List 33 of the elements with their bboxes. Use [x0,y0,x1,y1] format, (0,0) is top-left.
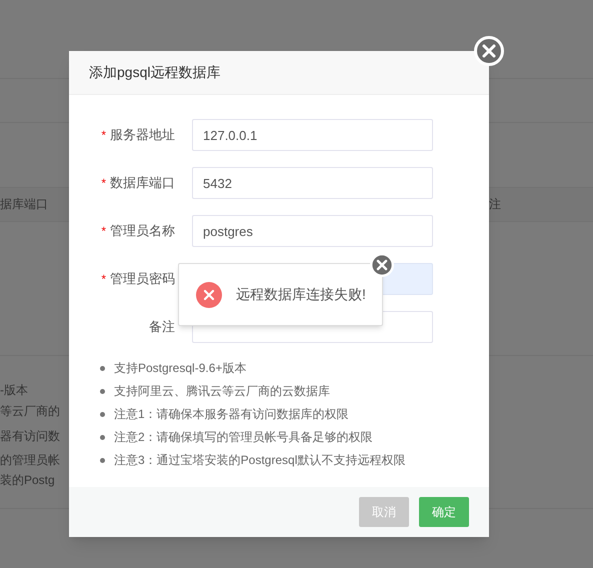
note-text: 支持Postgresql-9.6+版本 [114,360,246,377]
bullet-icon [100,388,105,394]
note-text: 注意2：请确保填写的管理员帐号具备足够的权限 [114,429,373,446]
table-cell-text: 的管理员帐 [0,452,60,469]
field-label: 管理员密码 [110,270,175,288]
field-label: 管理员名称 [110,222,175,240]
bullet-icon [100,458,105,462]
table-cell-text: 装的Postg [0,472,55,489]
field-label: 服务器地址 [110,126,175,144]
field-label: 备注 [149,318,175,336]
close-icon[interactable] [474,36,504,66]
required-mark: * [101,175,106,192]
note-text: 注意3：通过宝塔安装的Postgresql默认不支持远程权限 [114,452,406,469]
note-text: 注意1：请确保本服务器有访问数据库的权限 [114,406,349,423]
column-header: 据库端口 [0,196,48,213]
bullet-icon [100,412,105,416]
column-header: 注 [489,196,501,213]
input-field[interactable]: postgres [192,215,433,247]
bullet-icon [100,366,105,370]
toast-message: 远程数据库连接失败! [236,285,366,304]
error-icon [196,282,222,308]
input-field[interactable]: 5432 [192,167,433,199]
required-mark: * [101,223,106,240]
input-field[interactable]: 127.0.0.1 [192,119,433,151]
required-mark: * [101,127,106,144]
table-cell-text: -版本 [0,382,28,399]
dialog-title: 添加pgsql远程数据库 [89,63,220,82]
required-mark: * [101,271,106,288]
bullet-icon [100,434,105,440]
table-cell-text: 器有访问数 [0,428,60,445]
table-cell-text: 等云厂商的 [0,403,60,420]
field-label: 数据库端口 [110,174,175,192]
note-text: 支持阿里云、腾讯云等云厂商的云数据库 [114,383,330,400]
